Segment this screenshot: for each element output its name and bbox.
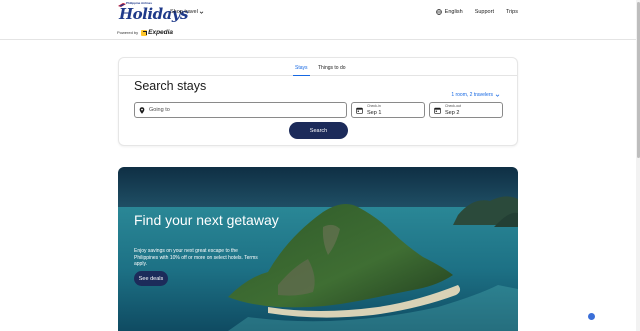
- location-pin-icon: [139, 107, 145, 114]
- tab-stays[interactable]: Stays: [293, 64, 310, 76]
- see-deals-button[interactable]: See deals: [134, 271, 168, 286]
- expedia-label: Expedia: [148, 29, 174, 36]
- scamadviser-watermark: ScamAdviser: [588, 313, 629, 320]
- chevron-down-icon: [495, 93, 500, 97]
- page-scrollbar[interactable]: [636, 0, 640, 331]
- hero-title: Find your next getaway: [134, 212, 279, 228]
- search-tabs: Stays Things to do: [119, 64, 517, 76]
- check-in-label: Check-in: [367, 104, 381, 108]
- scamadviser-icon: [588, 313, 595, 320]
- search-title: Search stays: [134, 79, 207, 93]
- travelers-label: 1 room, 2 travelers: [451, 92, 493, 98]
- header-nav: English Support Trips: [435, 9, 518, 15]
- chevron-down-icon: [199, 10, 204, 14]
- tab-things-to-do[interactable]: Things to do: [316, 64, 348, 76]
- going-to-placeholder: Going to: [149, 107, 170, 113]
- trips-link[interactable]: Trips: [506, 9, 518, 15]
- hero-subtitle: Enjoy savings on your next great escape …: [134, 248, 258, 267]
- powered-by: Powered by Expedia: [117, 29, 173, 36]
- site-header: Philippine Airlines Holidays Shop travel…: [0, 0, 636, 40]
- watermark-text: ScamAdviser: [597, 313, 630, 320]
- calendar-icon: [434, 107, 441, 114]
- expedia-logo: Expedia: [141, 29, 173, 36]
- search-button[interactable]: Search: [289, 122, 348, 139]
- check-in-value: Sep 1: [367, 110, 382, 116]
- search-stays-card: Stays Things to do Search stays 1 room, …: [118, 57, 518, 146]
- check-out-field[interactable]: Check-out Sep 2: [429, 102, 503, 118]
- powered-by-label: Powered by: [117, 30, 139, 35]
- check-out-label: Check-out: [445, 104, 461, 108]
- shop-travel-menu[interactable]: Shop travel: [170, 9, 204, 15]
- travelers-selector[interactable]: 1 room, 2 travelers: [451, 92, 500, 98]
- language-label: English: [444, 9, 463, 15]
- language-selector[interactable]: English: [435, 9, 463, 15]
- shop-travel-label: Shop travel: [170, 9, 198, 15]
- hero-banner: Find your next getaway Enjoy savings on …: [118, 167, 518, 331]
- check-in-field[interactable]: Check-in Sep 1: [351, 102, 425, 118]
- going-to-field[interactable]: Going to: [134, 102, 347, 118]
- scrollbar-thumb[interactable]: [636, 2, 640, 158]
- calendar-icon: [356, 107, 363, 114]
- expedia-mark-icon: [141, 29, 148, 36]
- support-link[interactable]: Support: [475, 9, 494, 15]
- holidays-logo[interactable]: Philippine Airlines Holidays: [117, 2, 188, 24]
- globe-icon: [435, 9, 442, 15]
- check-out-value: Sep 2: [445, 110, 460, 116]
